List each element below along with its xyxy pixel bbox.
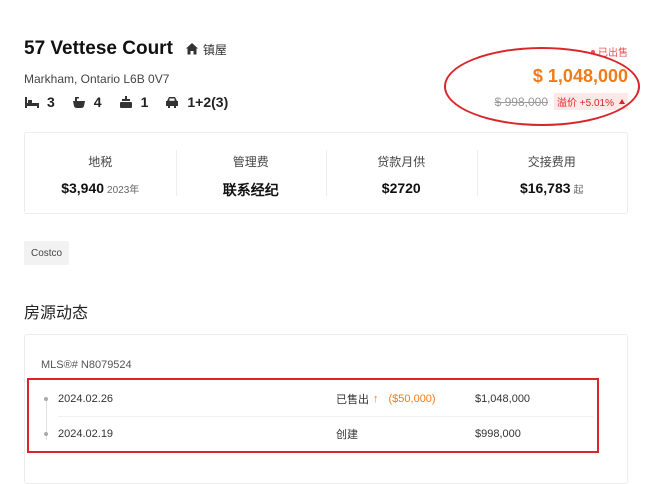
mls-number: MLS®# N8079524 <box>41 359 132 371</box>
bed-icon <box>25 97 39 108</box>
bathrooms-feature: 4 <box>71 94 102 110</box>
stat-label: 贷款月供 <box>377 155 426 169</box>
stat-suffix: 2023年 <box>107 185 140 196</box>
stat-value: 联系经纪 <box>176 180 327 200</box>
stat-management-fee: 管理费 联系经纪 <box>175 133 327 213</box>
stat-value-text: $2720 <box>381 180 421 196</box>
title-row: 57 Vettese Court 镇屋 <box>24 38 227 60</box>
bedrooms-feature: 3 <box>24 94 55 110</box>
bedrooms-count: 3 <box>47 94 55 110</box>
kitchen-icon <box>119 96 132 108</box>
bathrooms-count: 4 <box>93 94 102 110</box>
stat-value: $3,940 2023年 <box>25 180 176 196</box>
listing-address: Markham, Ontario L6B 0V7 <box>24 72 170 86</box>
car-icon <box>166 97 179 108</box>
home-icon <box>185 43 198 55</box>
feature-row: 3 4 1 1+2(3) <box>24 94 244 110</box>
stat-mortgage: 贷款月供 $2720 <box>326 133 477 213</box>
stat-label: 管理费 <box>232 155 269 169</box>
stat-value-text: 联系经纪 <box>222 182 279 198</box>
stat-property-tax: 地税 $3,940 2023年 <box>25 133 176 213</box>
stats-panel: 地税 $3,940 2023年 管理费 联系经纪 贷款月供 $2720 交接费用 … <box>24 132 628 214</box>
price-annotation-circle <box>444 47 640 126</box>
stat-value-text: $16,783 <box>519 180 571 196</box>
parking-count: 1+2(3) <box>187 94 229 110</box>
stat-suffix: 起 <box>573 185 584 196</box>
listing-title: 57 Vettese Court <box>24 38 173 59</box>
nearby-tag-costco[interactable]: Costco <box>24 241 70 265</box>
bath-icon <box>72 97 85 108</box>
history-annotation-box <box>27 378 599 453</box>
property-type: 镇屋 <box>202 42 227 57</box>
stat-closing-cost: 交接费用 $16,783 起 <box>476 133 628 213</box>
kitchens-count: 1 <box>140 94 149 110</box>
parking-feature: 1+2(3) <box>164 94 228 110</box>
stat-value: $2720 <box>326 180 477 196</box>
stat-value-text: $3,940 <box>61 180 105 196</box>
stat-label: 交接费用 <box>527 155 576 169</box>
stat-label: 地税 <box>88 155 113 169</box>
stat-value: $16,783 起 <box>477 180 628 196</box>
kitchens-feature: 1 <box>118 94 149 110</box>
section-title: 房源动态 <box>24 305 89 322</box>
